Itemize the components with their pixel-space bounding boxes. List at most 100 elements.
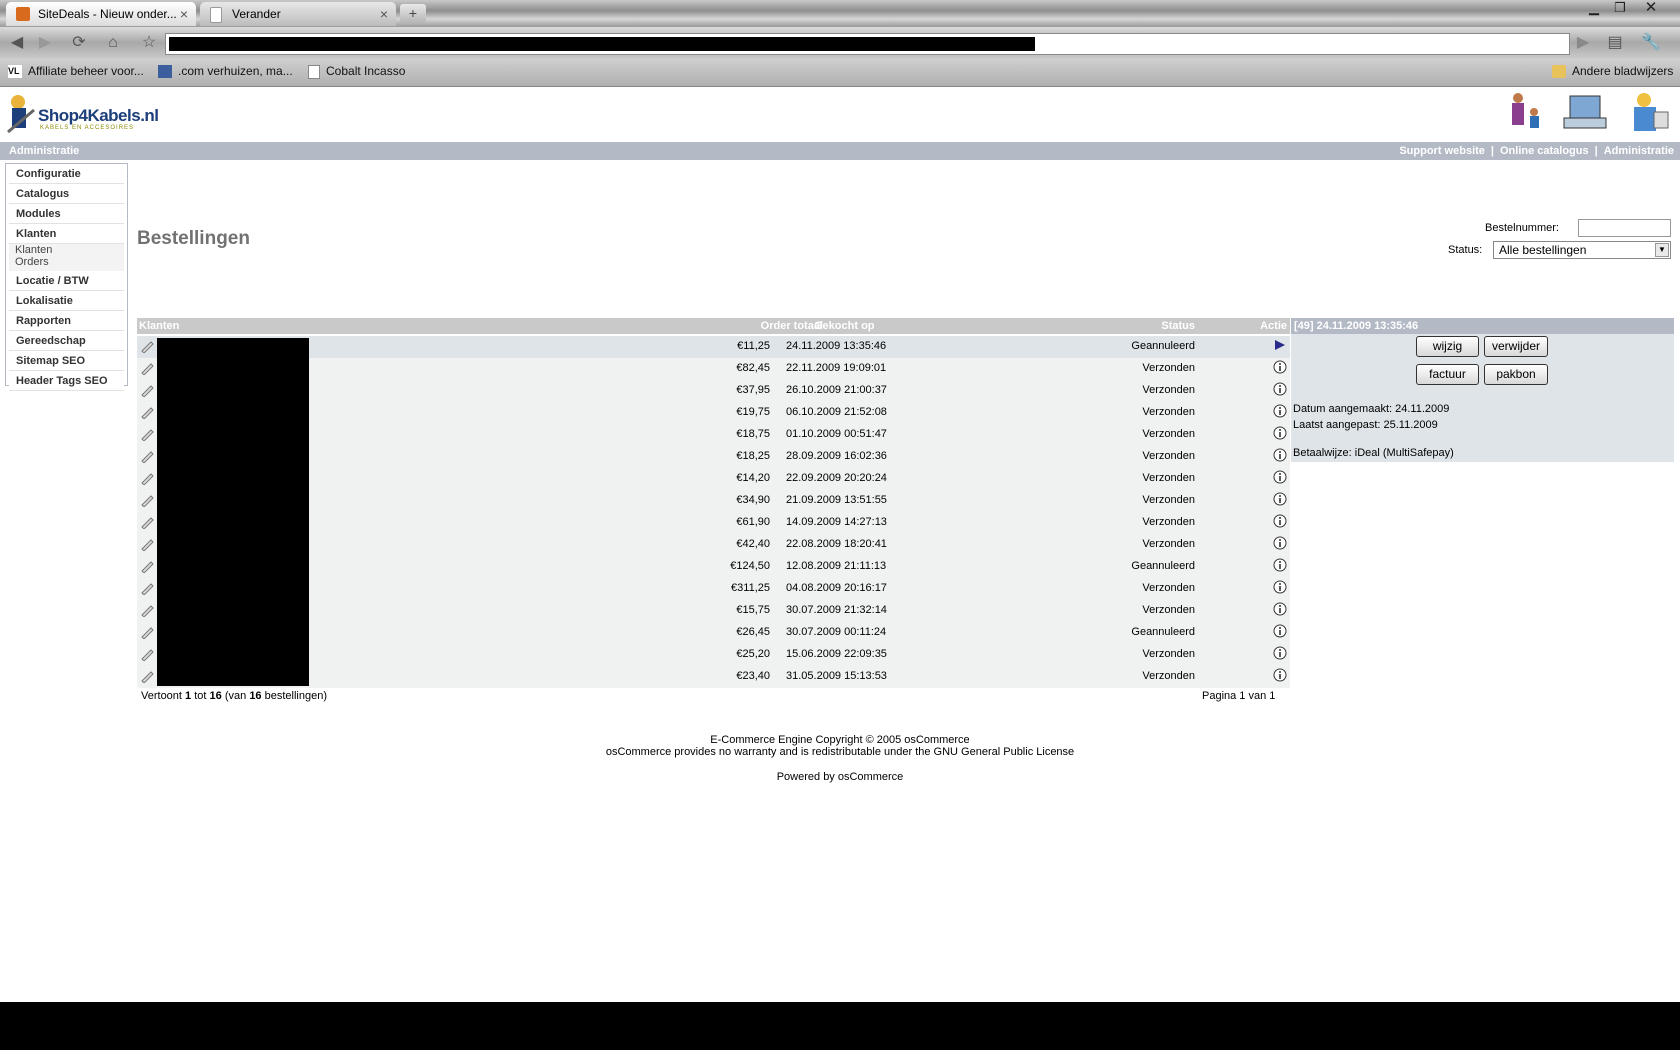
close-window-icon[interactable]: ✕ — [1640, 0, 1662, 18]
license-line: osCommerce provides no warranty and is r… — [605, 746, 1075, 758]
table-row[interactable]: €18,25 28.09.2009 16:02:36 Verzonden — [137, 446, 1290, 468]
info-icon[interactable] — [1273, 580, 1287, 594]
edit-pencil-icon[interactable] — [140, 581, 154, 596]
info-icon[interactable] — [1273, 492, 1287, 506]
taskbar — [0, 1002, 1680, 1050]
info-icon[interactable] — [1273, 382, 1287, 396]
table-row[interactable]: €311,25 04.08.2009 20:16:17 Verzonden — [137, 578, 1290, 600]
tab-sitedeals[interactable]: SiteDeals - Nieuw onder... × — [6, 2, 196, 26]
packing-slip-button[interactable]: pakbon — [1484, 364, 1548, 385]
table-row[interactable]: €23,40 31.05.2009 15:13:53 Verzonden — [137, 666, 1290, 688]
table-row[interactable]: €25,20 15.06.2009 22:09:35 Verzonden — [137, 644, 1290, 666]
edit-pencil-icon[interactable] — [140, 603, 154, 618]
info-icon[interactable] — [1273, 404, 1287, 418]
sidebar-item-catalogus[interactable]: Catalogus — [9, 186, 124, 204]
edit-pencil-icon[interactable] — [140, 493, 154, 508]
invoice-button[interactable]: factuur — [1416, 364, 1479, 385]
wrench-icon[interactable]: 🔧 — [1640, 32, 1662, 54]
close-tab-icon[interactable]: × — [180, 2, 188, 26]
star-icon[interactable]: ☆ — [138, 32, 160, 54]
edit-pencil-icon[interactable] — [140, 449, 154, 464]
column-header-klanten[interactable]: Klanten — [139, 318, 179, 334]
go-icon[interactable]: ▶ — [1572, 32, 1594, 54]
tab-verander[interactable]: Verander × — [200, 2, 396, 26]
logo-text[interactable]: Shop4Kabels.nl — [38, 106, 159, 126]
admin-bar: Administratie Support website | Online cat… — [0, 142, 1680, 160]
edit-pencil-icon[interactable] — [140, 339, 154, 354]
order-date: 28.09.2009 16:02:36 — [786, 450, 887, 462]
link-online-catalogus[interactable]: Online catalogus — [1500, 145, 1589, 157]
edit-pencil-icon[interactable] — [140, 669, 154, 684]
bookmark-com-verhuizen[interactable]: .com verhuizen, ma... — [158, 64, 293, 79]
restore-icon[interactable]: ❐ — [1609, 0, 1631, 18]
edit-pencil-icon[interactable] — [140, 383, 154, 398]
results-count: Vertoont 1 tot 16 (van 16 bestellingen) — [141, 690, 327, 702]
status-select[interactable]: Alle bestellingen ▼ — [1493, 241, 1671, 259]
sidebar-item-klanten[interactable]: Klanten — [9, 226, 124, 244]
column-header-gekocht-op[interactable]: Gekocht op — [814, 318, 875, 334]
table-row[interactable]: €19,75 06.10.2009 21:52:08 Verzonden — [137, 402, 1290, 424]
table-row[interactable]: €11,25 24.11.2009 13:35:46 Geannuleerd — [137, 336, 1290, 358]
table-row[interactable]: €18,75 01.10.2009 00:51:47 Verzonden — [137, 424, 1290, 446]
bookmark-affiliate[interactable]: VL Affiliate beheer voor... — [8, 64, 144, 79]
minimize-icon[interactable]: ▁ — [1583, 0, 1605, 18]
order-total: €61,90 — [736, 516, 770, 528]
info-icon[interactable] — [1273, 558, 1287, 572]
sidebar-item-rapporten[interactable]: Rapporten — [9, 313, 124, 331]
table-row[interactable]: €124,50 12.08.2009 21:11:13 Geannuleerd — [137, 556, 1290, 578]
bookmark-cobalt[interactable]: Cobalt Incasso — [308, 64, 405, 79]
sidebar-item-configuratie[interactable]: Configuratie — [9, 166, 124, 184]
forward-icon[interactable]: ▶ — [34, 32, 56, 54]
page-menu-icon[interactable]: ▤ — [1604, 32, 1626, 54]
link-administratie[interactable]: Administratie — [1604, 145, 1674, 157]
table-row[interactable]: €34,90 21.09.2009 13:51:55 Verzonden — [137, 490, 1290, 512]
edit-pencil-icon[interactable] — [140, 471, 154, 486]
edit-pencil-icon[interactable] — [140, 405, 154, 420]
table-row[interactable]: €82,45 22.11.2009 19:09:01 Verzonden — [137, 358, 1290, 380]
info-icon[interactable] — [1273, 448, 1287, 462]
edit-pencil-icon[interactable] — [140, 559, 154, 574]
new-tab-button[interactable]: + — [400, 4, 426, 23]
edit-pencil-icon[interactable] — [140, 625, 154, 640]
back-icon[interactable]: ◀ — [6, 32, 28, 54]
info-icon[interactable] — [1273, 668, 1287, 682]
info-icon[interactable] — [1273, 470, 1287, 484]
sidebar-item-header-tags-seo[interactable]: Header Tags SEO — [9, 373, 124, 391]
edit-pencil-icon[interactable] — [140, 427, 154, 442]
edit-pencil-icon[interactable] — [140, 647, 154, 662]
sidebar-item-sitemap-seo[interactable]: Sitemap SEO — [9, 353, 124, 371]
edit-pencil-icon[interactable] — [140, 361, 154, 376]
sidebar-subitem-klanten[interactable]: Klanten — [9, 244, 124, 256]
info-icon[interactable] — [1273, 536, 1287, 550]
bookmark-other-folder[interactable]: Andere bladwijzers — [1552, 64, 1673, 79]
sidebar-item-gereedschap[interactable]: Gereedschap — [9, 333, 124, 351]
sidebar-item-modules[interactable]: Modules — [9, 206, 124, 224]
edit-pencil-icon[interactable] — [140, 537, 154, 552]
edit-button[interactable]: wijzig — [1416, 336, 1479, 357]
info-icon[interactable] — [1273, 360, 1287, 374]
info-icon[interactable] — [1273, 514, 1287, 528]
delete-button[interactable]: verwijder — [1484, 336, 1548, 357]
info-icon[interactable] — [1273, 624, 1287, 638]
edit-pencil-icon[interactable] — [140, 515, 154, 530]
info-icon[interactable] — [1273, 646, 1287, 660]
order-number-input[interactable] — [1578, 219, 1671, 237]
sidebar-item-locatie-btw[interactable]: Locatie / BTW — [9, 273, 124, 291]
column-header-status[interactable]: Status — [1161, 318, 1195, 334]
info-icon[interactable] — [1273, 426, 1287, 440]
table-row[interactable]: €37,95 26.10.2009 21:00:37 Verzonden — [137, 380, 1290, 402]
table-row[interactable]: €42,40 22.08.2009 18:20:41 Verzonden — [137, 534, 1290, 556]
close-tab-icon[interactable]: × — [380, 2, 388, 26]
table-row[interactable]: €61,90 14.09.2009 14:27:13 Verzonden — [137, 512, 1290, 534]
sidebar-item-lokalisatie[interactable]: Lokalisatie — [9, 293, 124, 311]
table-row[interactable]: €26,45 30.07.2009 00:11:24 Geannuleerd — [137, 622, 1290, 644]
table-row[interactable]: €15,75 30.07.2009 21:32:14 Verzonden — [137, 600, 1290, 622]
sidebar-subitem-orders[interactable]: Orders — [9, 256, 124, 271]
info-icon[interactable] — [1273, 602, 1287, 616]
link-support-website[interactable]: Support website — [1399, 145, 1485, 157]
home-icon[interactable]: ⌂ — [102, 32, 124, 54]
address-bar[interactable] — [165, 33, 1570, 55]
table-row[interactable]: €14,20 22.09.2009 20:20:24 Verzonden — [137, 468, 1290, 490]
chevron-down-icon[interactable]: ▼ — [1655, 243, 1669, 257]
reload-icon[interactable]: ⟳ — [68, 32, 90, 54]
